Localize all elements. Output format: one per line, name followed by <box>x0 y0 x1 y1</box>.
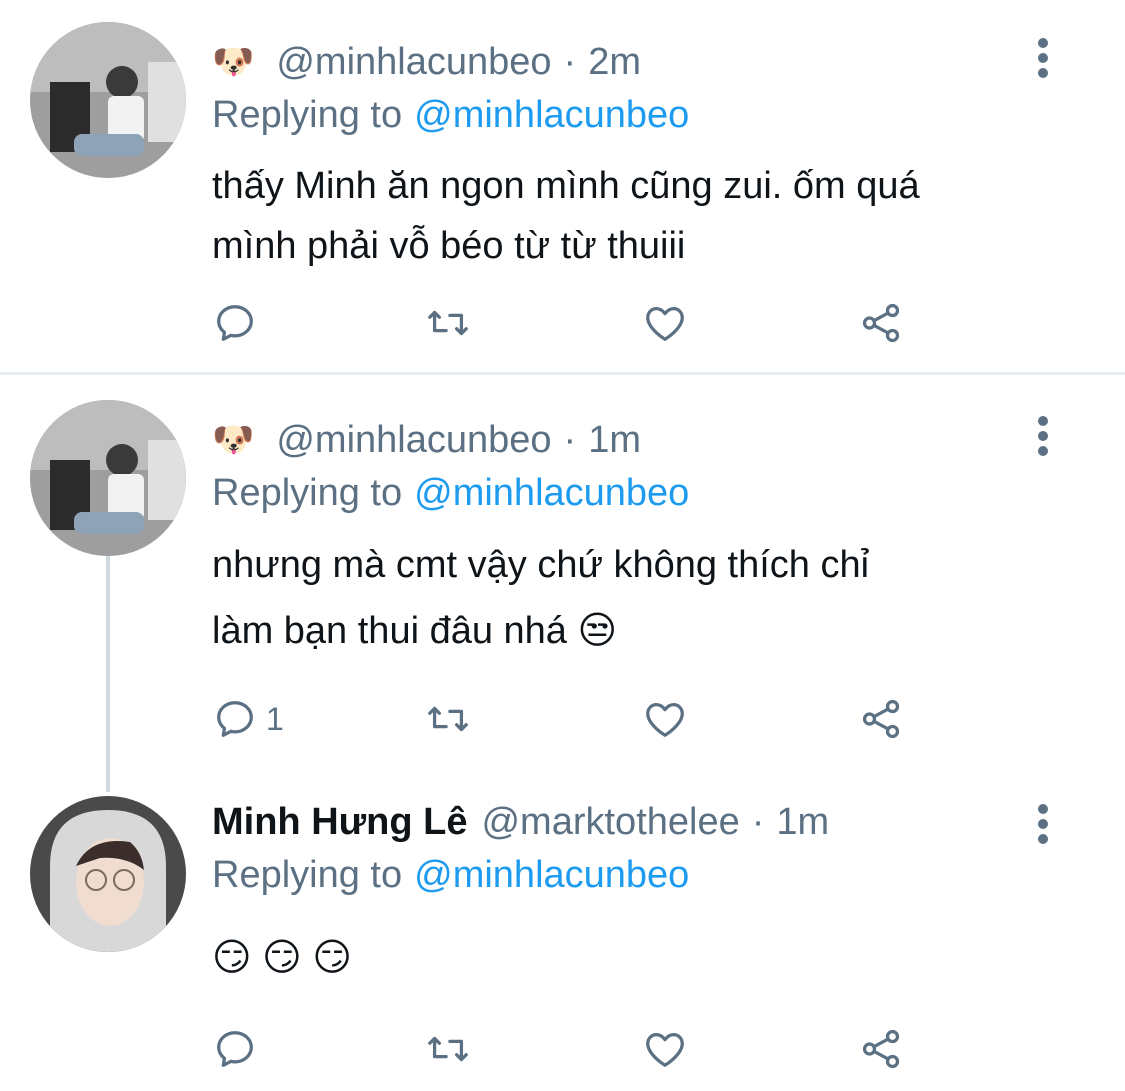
tweet-text: nhưng mà cmt vậy chứ không thích chỉ làm… <box>212 532 1072 664</box>
tweet-1[interactable]: 🐶 @minhlacunbeo · 2m Replying to @minhla… <box>0 0 1125 372</box>
separator: · <box>751 800 765 843</box>
action-bar: 1 <box>212 694 912 744</box>
replying-to: Replying to @minhlacunbeo <box>212 850 689 900</box>
tweet-3[interactable]: Minh Hưng Lê @marktothelee · 1m Replying… <box>0 776 1125 1091</box>
tweet-text: 😏 😏 😏 <box>212 928 1072 988</box>
separator: · <box>563 40 577 83</box>
like-button[interactable] <box>642 694 688 744</box>
avatar[interactable] <box>30 796 186 952</box>
dog-emoji: 🐶 <box>212 421 255 459</box>
avatar[interactable] <box>30 22 186 178</box>
tweet-text-line: 😏 😏 😏 <box>212 937 352 979</box>
like-button[interactable] <box>642 298 688 348</box>
handle[interactable]: @minhlacunbeo <box>276 419 551 462</box>
share-icon <box>862 1029 900 1069</box>
more-icon[interactable] <box>1030 802 1058 846</box>
mention-link[interactable]: @minhlacunbeo <box>414 472 689 515</box>
more-icon[interactable] <box>1030 36 1058 80</box>
handle[interactable]: @minhlacunbeo <box>276 41 551 84</box>
divider <box>0 372 1125 375</box>
share-button[interactable] <box>858 1024 904 1074</box>
avatar-photo <box>30 22 186 178</box>
heart-icon <box>646 702 684 737</box>
avatar[interactable] <box>30 400 186 556</box>
reply-button[interactable] <box>212 298 266 348</box>
tweet-text-line: nhưng mà cmt vậy chứ không thích chỉ <box>212 544 870 586</box>
timestamp[interactable]: 2m <box>588 41 641 84</box>
tweet-header: 🐶 @minhlacunbeo · 1m <box>212 412 641 468</box>
handle[interactable]: @marktothelee <box>481 801 739 844</box>
avatar-photo <box>30 796 186 952</box>
replying-label: Replying to <box>212 471 403 514</box>
tweet-header: Minh Hưng Lê @marktothelee · 1m <box>212 794 829 850</box>
timestamp[interactable]: 1m <box>776 801 829 844</box>
reply-icon <box>217 701 253 737</box>
display-name[interactable]: Minh Hưng Lê <box>212 801 467 844</box>
action-bar <box>212 1024 912 1074</box>
mention-link[interactable]: @minhlacunbeo <box>414 94 689 137</box>
tweet-2[interactable]: 🐶 @minhlacunbeo · 1m Replying to @minhla… <box>0 376 1125 776</box>
reply-button[interactable]: 1 <box>212 694 284 744</box>
retweet-icon <box>428 310 468 336</box>
replying-to: Replying to @minhlacunbeo <box>212 468 689 518</box>
like-button[interactable] <box>642 1024 688 1074</box>
timestamp[interactable]: 1m <box>588 419 641 462</box>
retweet-button[interactable] <box>425 298 471 348</box>
more-icon[interactable] <box>1030 414 1058 458</box>
tweet-text-line: mình phải vỗ béo từ từ thuiii <box>212 225 686 267</box>
tweet-text-line: thấy Minh ăn ngon mình cũng zui. ốm quá <box>212 165 920 207</box>
replying-label: Replying to <box>212 93 403 136</box>
tweet-text: thấy Minh ăn ngon mình cũng zui. ốm quá … <box>212 156 1072 276</box>
share-icon <box>862 303 900 343</box>
reply-icon <box>217 305 253 341</box>
share-icon <box>862 699 900 739</box>
separator: · <box>563 418 577 461</box>
replying-label: Replying to <box>212 853 403 896</box>
heart-icon <box>646 306 684 341</box>
mention-link[interactable]: @minhlacunbeo <box>414 854 689 897</box>
tweet-text-line: làm bạn thui đâu nhá 😒 <box>212 610 618 652</box>
share-button[interactable] <box>858 694 904 744</box>
retweet-icon <box>428 706 468 732</box>
heart-icon <box>646 1032 684 1067</box>
retweet-icon <box>428 1036 468 1062</box>
reply-count: 1 <box>266 700 284 737</box>
action-bar <box>212 298 912 348</box>
dog-emoji: 🐶 <box>212 43 255 81</box>
reply-button[interactable] <box>212 1024 266 1074</box>
retweet-button[interactable] <box>425 694 471 744</box>
retweet-button[interactable] <box>425 1024 471 1074</box>
share-button[interactable] <box>858 298 904 348</box>
avatar-photo <box>30 400 186 556</box>
reply-icon <box>217 1031 253 1067</box>
replying-to: Replying to @minhlacunbeo <box>212 90 689 140</box>
tweet-header: 🐶 @minhlacunbeo · 2m <box>212 34 641 90</box>
